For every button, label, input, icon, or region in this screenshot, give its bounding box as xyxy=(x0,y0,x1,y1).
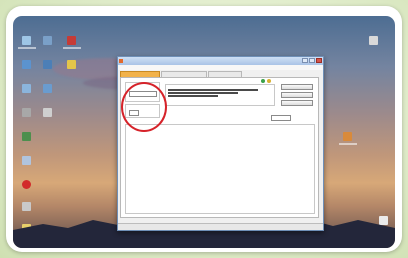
document-icon[interactable] xyxy=(369,36,378,45)
dropdown-field[interactable] xyxy=(271,115,291,121)
warning-icon[interactable] xyxy=(267,79,271,83)
status-bar xyxy=(118,223,323,230)
app-icon[interactable] xyxy=(22,60,31,69)
app-icon[interactable] xyxy=(22,156,31,165)
action-button[interactable] xyxy=(281,84,313,90)
action-button[interactable] xyxy=(281,92,313,98)
icon-label xyxy=(63,47,81,49)
text-line xyxy=(168,92,238,94)
action-button[interactable] xyxy=(281,100,313,106)
app-icon[interactable] xyxy=(22,132,31,141)
icon-label xyxy=(18,47,36,49)
menu-bar[interactable] xyxy=(118,65,323,70)
text-line xyxy=(168,95,218,97)
input-textarea[interactable] xyxy=(165,84,275,106)
app-icon[interactable] xyxy=(43,60,52,69)
computer-icon[interactable] xyxy=(22,36,31,45)
desktop-screen xyxy=(13,16,395,248)
app-icon[interactable] xyxy=(43,84,52,93)
app-icon[interactable] xyxy=(22,84,31,93)
app-icon[interactable] xyxy=(67,36,76,45)
app-icon[interactable] xyxy=(22,108,31,117)
text-line xyxy=(168,89,258,91)
run-icon[interactable] xyxy=(261,79,265,83)
icon-label xyxy=(339,143,357,145)
minimize-icon[interactable] xyxy=(302,58,308,63)
output-area[interactable] xyxy=(125,115,315,214)
folder-icon[interactable] xyxy=(67,60,76,69)
app-icon[interactable] xyxy=(22,180,31,189)
close-icon[interactable] xyxy=(316,58,322,63)
network-icon[interactable] xyxy=(43,36,52,45)
app-icon xyxy=(119,59,123,63)
highlight-circle xyxy=(121,82,167,132)
window-titlebar[interactable] xyxy=(118,57,323,65)
document-icon[interactable] xyxy=(43,108,52,117)
document-icon[interactable] xyxy=(343,132,352,141)
maximize-icon[interactable] xyxy=(309,58,315,63)
